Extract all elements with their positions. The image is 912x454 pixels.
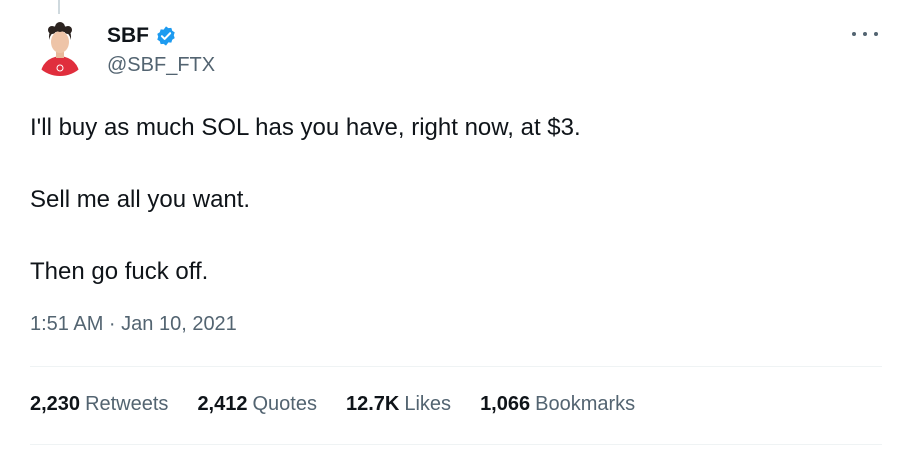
- stat-likes[interactable]: 12.7K Likes: [346, 393, 451, 416]
- thread-connector-line: [58, 0, 60, 14]
- stat-quotes[interactable]: 2,412 Quotes: [197, 393, 317, 416]
- avatar-image: [30, 16, 90, 76]
- more-options-icon[interactable]: [852, 24, 878, 44]
- stat-count: 1,066: [480, 393, 531, 415]
- tweet-line: Sell me all you want.: [30, 186, 251, 213]
- author-header: SBF @SBF_FTX: [107, 22, 215, 77]
- stat-count: 12.7K: [345, 393, 400, 415]
- stat-count: 2,230: [30, 393, 81, 415]
- tweet-line: Then go fuck off.: [30, 258, 209, 285]
- author-handle[interactable]: @SBF_FTX: [107, 54, 215, 77]
- divider: [30, 366, 882, 367]
- tweet-timestamp[interactable]: 1:51 AM · Jan 10, 2021: [30, 313, 237, 336]
- verified-badge-icon[interactable]: [155, 25, 177, 47]
- author-display-name[interactable]: SBF: [107, 24, 149, 48]
- stat-label: Quotes: [252, 393, 317, 415]
- tweet-line: I'll buy as much SOL has you have, right…: [30, 114, 581, 141]
- more-dot: [874, 32, 878, 36]
- stat-retweets[interactable]: 2,230 Retweets: [30, 393, 168, 416]
- name-row: SBF: [107, 22, 215, 50]
- more-dot: [863, 32, 867, 36]
- engagement-stats: 2,230 Retweets 2,412 Quotes 12.7K Likes …: [30, 393, 635, 416]
- stat-label: Likes: [404, 393, 452, 415]
- more-dot: [852, 32, 856, 36]
- tweet-text: I'll buy as much SOL has you have, right…: [30, 110, 870, 326]
- avatar[interactable]: [30, 16, 90, 76]
- stat-count: 2,412: [197, 393, 248, 415]
- stat-label: Retweets: [85, 393, 169, 415]
- stat-label: Bookmarks: [535, 393, 636, 415]
- divider: [30, 444, 882, 445]
- stat-bookmarks[interactable]: 1,066 Bookmarks: [480, 393, 635, 416]
